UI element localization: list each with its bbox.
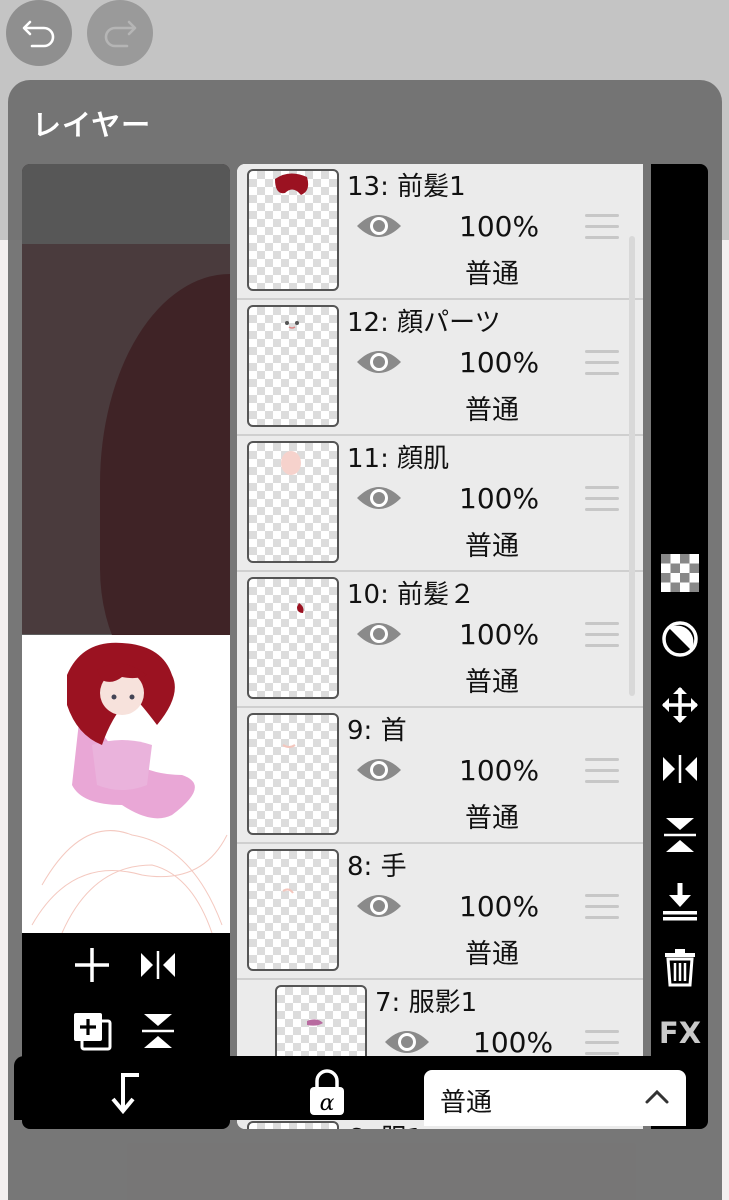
layer-opacity[interactable]: 100% <box>459 890 539 923</box>
drag-handle-icon[interactable] <box>585 1030 619 1058</box>
visibility-eye-icon[interactable] <box>355 888 403 924</box>
tone-button[interactable] <box>659 618 701 660</box>
flip-vertical-icon <box>664 818 696 852</box>
drag-handle-icon[interactable] <box>585 350 619 378</box>
undo-icon <box>22 20 55 48</box>
layer-opacity[interactable]: 100% <box>459 754 539 787</box>
layer-opacity[interactable]: 100% <box>459 210 539 243</box>
flip-horizontal-icon <box>141 951 175 979</box>
undo-button[interactable] <box>6 0 72 66</box>
layer-thumbnail <box>247 849 339 971</box>
drag-handle-icon[interactable] <box>585 486 619 514</box>
layer-opacity[interactable]: 100% <box>473 1026 553 1059</box>
svg-text:α: α <box>320 1091 335 1116</box>
clipping-button[interactable] <box>100 1066 150 1120</box>
visibility-eye-icon[interactable] <box>355 344 403 380</box>
drag-handle-icon[interactable] <box>585 758 619 786</box>
layer-name[interactable]: 12: 顔パーツ <box>347 302 501 339</box>
alpha-lock-button[interactable]: α <box>302 1066 352 1120</box>
layer-blend-mode[interactable]: 普通 <box>465 660 519 699</box>
layer-thumbnail <box>247 1121 339 1129</box>
layer-panel: レイヤー 13: 前髪1 100% 普通 12: 顔パーツ 100% 普通 11… <box>8 80 722 1200</box>
layer-list-scrollbar[interactable] <box>629 236 635 696</box>
flip-horizontal-button[interactable] <box>659 748 701 790</box>
layer-name[interactable]: 13: 前髪1 <box>347 166 466 203</box>
redo-button[interactable] <box>87 0 153 66</box>
layer-name[interactable]: 8: 手 <box>347 846 407 883</box>
layer-tool-strip: FX <box>651 164 708 1129</box>
layer-list[interactable]: 13: 前髪1 100% 普通 12: 顔パーツ 100% 普通 11: 顔肌 … <box>237 164 643 1129</box>
panel-title: レイヤー <box>32 108 152 142</box>
layer-blend-mode[interactable]: 普通 <box>465 252 519 291</box>
visibility-eye-icon[interactable] <box>355 208 403 244</box>
layer-row[interactable]: 13: 前髪1 100% 普通 <box>237 164 643 300</box>
layer-name[interactable]: 10: 前髪２ <box>347 574 475 611</box>
visibility-eye-icon[interactable] <box>355 480 403 516</box>
flip-vertical-button[interactable] <box>659 814 701 856</box>
redo-icon <box>104 20 137 48</box>
bottom-bar: α 普通 <box>14 1056 700 1126</box>
preview-shade <box>22 164 230 244</box>
add-layer-icon <box>75 948 109 982</box>
layer-opacity[interactable]: 100% <box>459 346 539 379</box>
layer-thumbnail <box>247 169 339 291</box>
layer-blend-mode[interactable]: 普通 <box>465 796 519 835</box>
delete-layer-button[interactable] <box>659 946 701 988</box>
visibility-eye-icon[interactable] <box>355 616 403 652</box>
flip-horizontal-icon <box>663 755 697 783</box>
layer-row[interactable]: 11: 顔肌 100% 普通 <box>237 436 643 572</box>
move-icon <box>662 687 698 723</box>
flip-horizontal-button[interactable] <box>136 943 180 987</box>
merge-down-button[interactable] <box>659 880 701 922</box>
layer-thumbnail <box>247 305 339 427</box>
alpha-lock-icon: α <box>310 1069 344 1116</box>
layer-thumbnail <box>247 441 339 563</box>
duplicate-layer-button[interactable] <box>70 1009 114 1053</box>
visibility-eye-icon[interactable] <box>355 752 403 788</box>
add-layer-button[interactable] <box>70 943 114 987</box>
screen: レイヤー 13: 前髪1 100% 普通 12: 顔パーツ 100% 普通 11… <box>0 0 729 1200</box>
fx-button[interactable]: FX <box>659 1012 701 1054</box>
transparency-icon <box>661 554 699 592</box>
tone-icon <box>662 621 698 657</box>
flip-vertical-icon <box>142 1014 174 1048</box>
layer-opacity[interactable]: 100% <box>459 618 539 651</box>
merge-down-icon <box>663 883 697 921</box>
chevron-up-icon <box>645 1089 669 1104</box>
drag-handle-icon[interactable] <box>585 214 619 242</box>
layer-blend-mode[interactable]: 普通 <box>465 932 519 971</box>
move-button[interactable] <box>659 684 701 726</box>
layer-row[interactable]: 12: 顔パーツ 100% 普通 <box>237 300 643 436</box>
layer-name[interactable]: 9: 首 <box>347 710 407 747</box>
transparency-lock-button[interactable] <box>659 552 701 594</box>
blend-mode-value: 普通 <box>440 1088 493 1118</box>
layer-row[interactable]: 9: 首 100% 普通 <box>237 708 643 844</box>
layer-blend-mode[interactable]: 普通 <box>465 524 519 563</box>
layer-row[interactable]: 8: 手 100% 普通 <box>237 844 643 980</box>
layer-name[interactable]: 11: 顔肌 <box>347 438 449 475</box>
visibility-eye-icon[interactable] <box>383 1024 431 1060</box>
layer-blend-mode[interactable]: 普通 <box>465 388 519 427</box>
drag-handle-icon[interactable] <box>585 894 619 922</box>
preview-column <box>22 164 230 1129</box>
canvas-preview-zoomed <box>22 164 230 694</box>
layer-thumbnail <box>247 577 339 699</box>
hair-shape <box>100 274 230 694</box>
duplicate-layer-icon <box>74 1013 112 1051</box>
character-illustration <box>31 642 228 933</box>
layer-thumbnail <box>247 713 339 835</box>
drag-handle-icon[interactable] <box>585 622 619 650</box>
trash-icon <box>665 949 695 987</box>
canvas-thumbnail[interactable] <box>22 635 230 933</box>
layer-name[interactable]: 7: 服影1 <box>375 982 477 1019</box>
clipping-icon <box>111 1073 139 1115</box>
layer-opacity[interactable]: 100% <box>459 482 539 515</box>
layer-row[interactable]: 10: 前髪２ 100% 普通 <box>237 572 643 708</box>
flip-vertical-button[interactable] <box>136 1009 180 1053</box>
blend-mode-select[interactable]: 普通 <box>424 1070 686 1126</box>
